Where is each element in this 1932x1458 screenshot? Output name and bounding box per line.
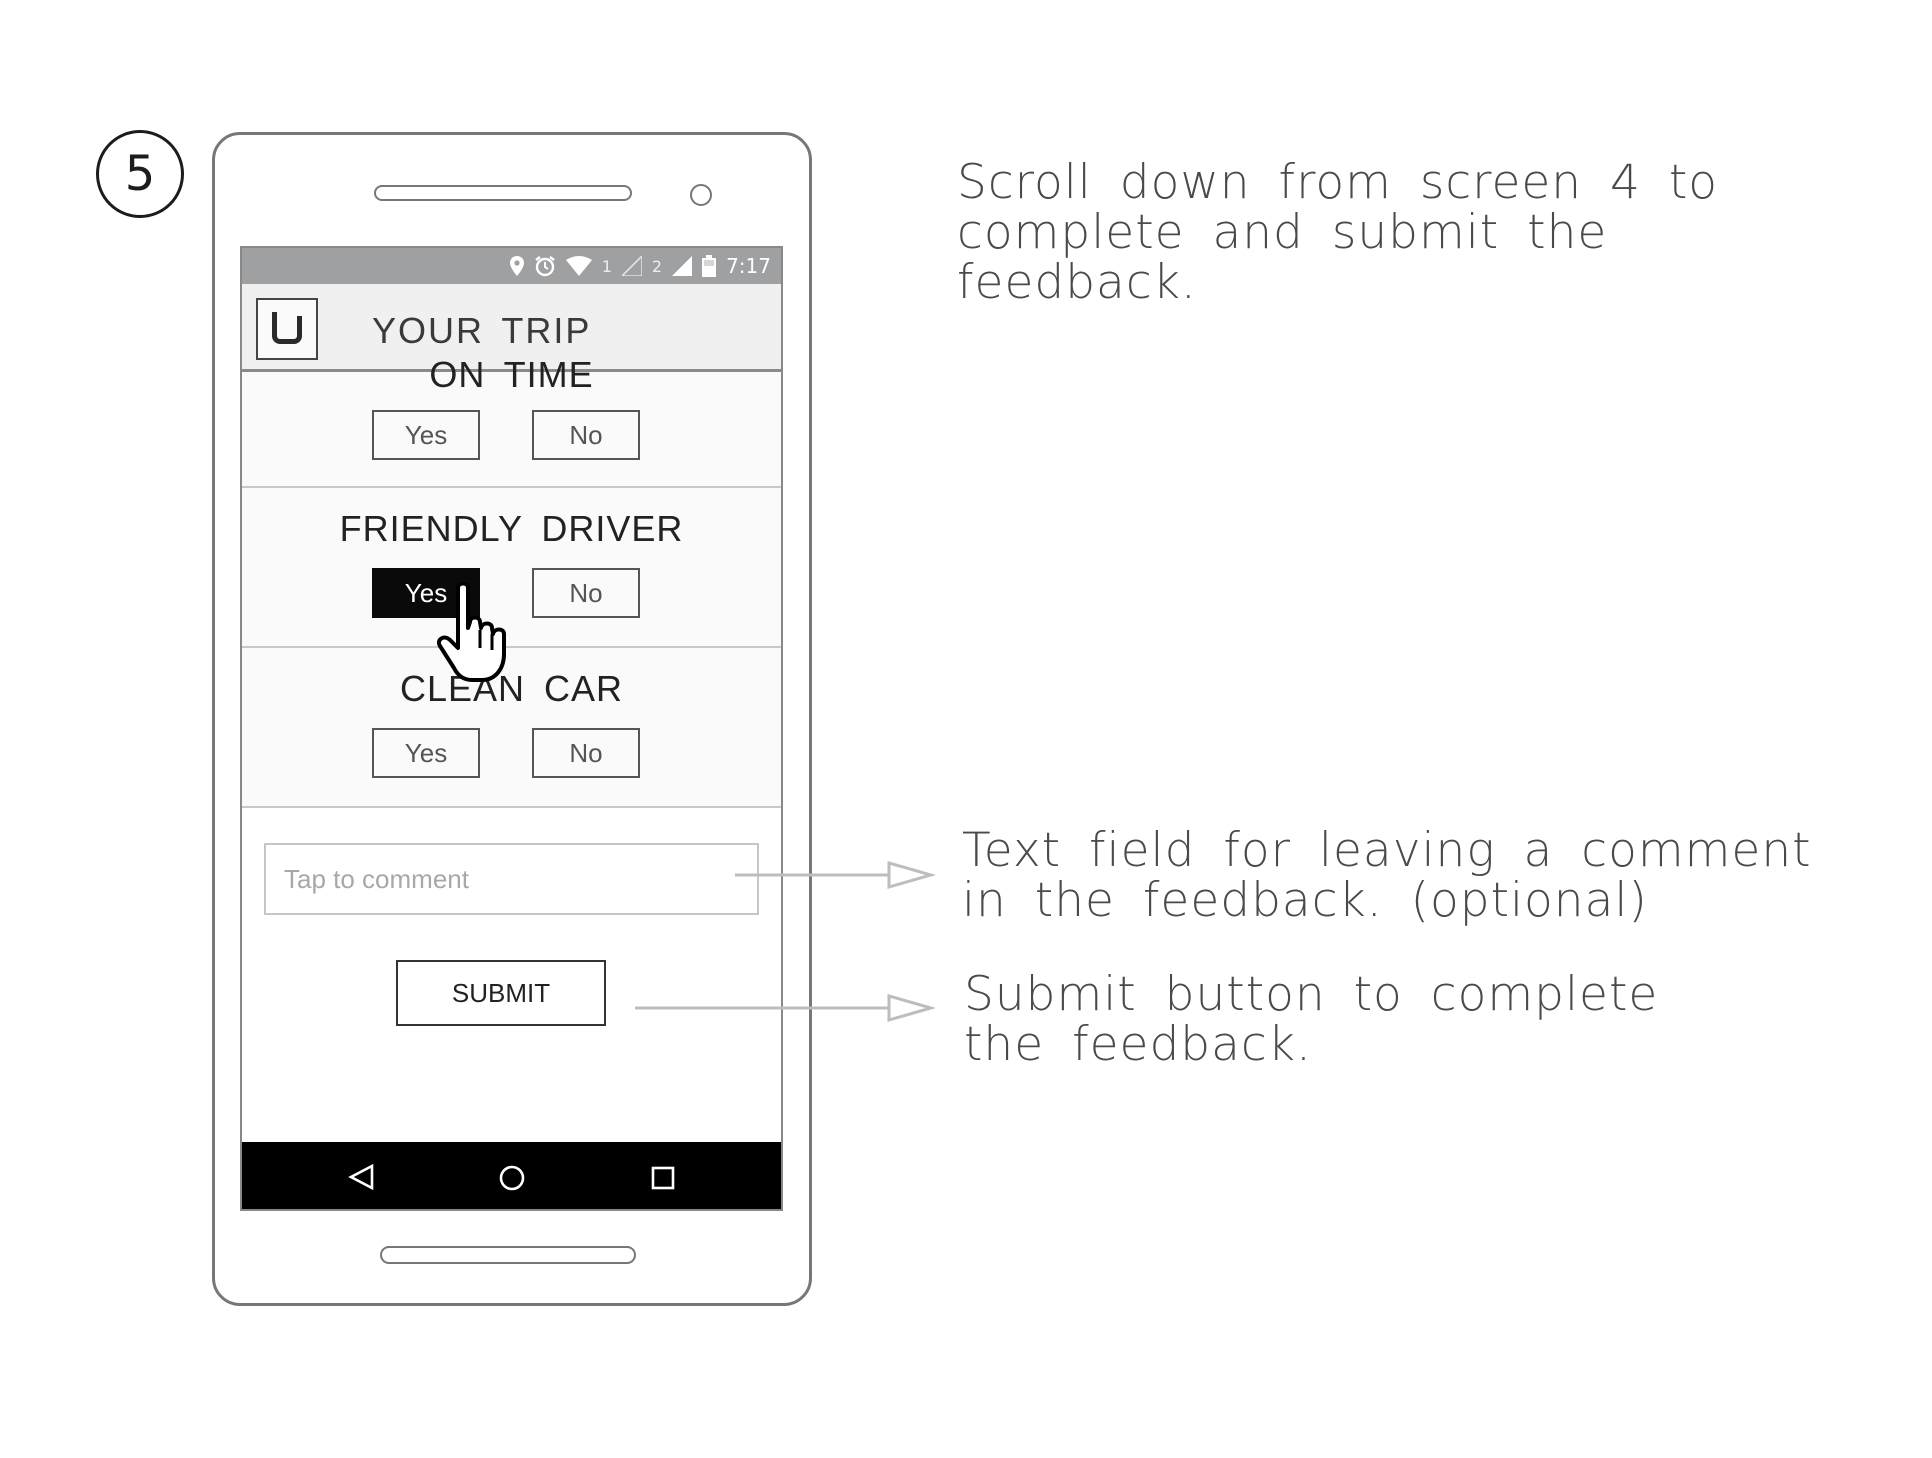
hand-pointer-icon	[437, 582, 506, 682]
home-icon[interactable]	[498, 1164, 526, 1192]
arrow-to-submit-button	[635, 994, 935, 1022]
no-button[interactable]: No	[532, 728, 640, 778]
comment-input[interactable]: Tap to comment	[264, 843, 759, 915]
arrow-to-comment-field	[735, 861, 935, 889]
sim1-label: 1	[601, 256, 612, 276]
yes-button[interactable]: Yes	[372, 728, 480, 778]
annotation-submit: Submit button to complete the feedback.	[964, 967, 1659, 1072]
section-title: ON TIME	[429, 354, 594, 395]
phone-speaker	[374, 185, 632, 201]
phone-screen: 1 2 7:17 YOUR TRIP ON TIME Yes No FRIEND…	[240, 246, 783, 1211]
no-button[interactable]: No	[532, 568, 640, 618]
alarm-icon	[534, 256, 555, 277]
section-title: FRIENDLY DRIVER	[339, 508, 684, 549]
android-nav-bar	[242, 1142, 781, 1209]
battery-icon	[702, 255, 717, 277]
feedback-section-on-time: ON TIME Yes No	[242, 354, 781, 488]
page-title: YOUR TRIP	[372, 310, 592, 351]
step-number: 5	[124, 146, 156, 202]
annotation-comment: Text field for leaving a comment in the …	[962, 823, 1812, 928]
signal-sim1-icon	[621, 256, 642, 276]
yes-button[interactable]: Yes	[372, 410, 480, 460]
phone-camera	[690, 184, 712, 206]
annotation-top: Scroll down from screen 4 to complete an…	[957, 155, 1719, 310]
location-pin-icon	[509, 256, 524, 276]
no-button[interactable]: No	[532, 410, 640, 460]
sim2-label: 2	[651, 256, 663, 276]
status-bar: 1 2 7:17	[242, 248, 781, 284]
signal-sim2-icon	[672, 256, 693, 276]
status-time: 7:17	[726, 254, 771, 278]
comment-placeholder: Tap to comment	[284, 863, 469, 894]
back-icon[interactable]	[348, 1164, 374, 1190]
uber-logo-icon[interactable]	[256, 298, 318, 360]
step-number-badge: 5	[96, 130, 184, 218]
phone-bottom-slot	[380, 1246, 636, 1264]
recents-icon[interactable]	[651, 1166, 675, 1190]
wifi-icon	[565, 256, 592, 276]
submit-button[interactable]: SUBMIT	[396, 960, 606, 1026]
